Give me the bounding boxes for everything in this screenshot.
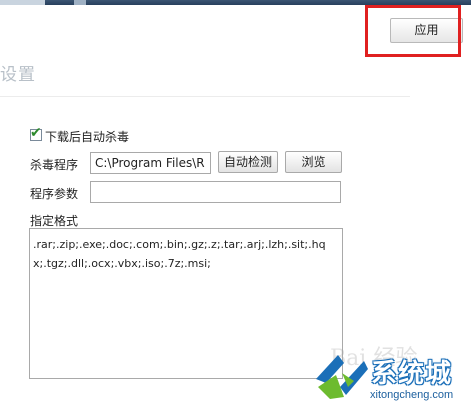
logo-text: 系统城 bbox=[371, 359, 453, 389]
browse-button[interactable]: 浏览 bbox=[285, 151, 342, 173]
section-divider bbox=[0, 96, 410, 97]
toolbar: 应用 bbox=[0, 5, 471, 45]
logo-url: xitongcheng.com bbox=[370, 389, 454, 401]
apply-button[interactable]: 应用 bbox=[390, 18, 463, 43]
program-params-label: 程序参数 bbox=[30, 187, 79, 201]
program-params-input[interactable] bbox=[90, 181, 341, 203]
site-logo: 系统城 xitongcheng.com bbox=[314, 353, 469, 405]
file-formats-label: 指定格式 bbox=[30, 214, 79, 228]
antivirus-program-label: 杀毒程序 bbox=[30, 158, 79, 172]
logo-mark-icon bbox=[316, 355, 368, 399]
file-formats-textarea[interactable]: .rar;.zip;.exe;.doc;.com;.bin;.gz;.z;.ta… bbox=[29, 228, 343, 379]
antivirus-path-input[interactable]: C:\Program Files\R bbox=[90, 152, 211, 174]
auto-detect-button[interactable]: 自动检测 bbox=[218, 151, 278, 173]
checkmark-icon: ✔ bbox=[30, 125, 42, 141]
auto-scan-checkbox[interactable]: ✔ bbox=[30, 125, 42, 141]
settings-page: 应用 设置 ✔ 下载后自动杀毒 杀毒程序 C:\Program Files\R … bbox=[0, 0, 471, 407]
auto-scan-label[interactable]: 下载后自动杀毒 bbox=[45, 128, 129, 145]
section-title: 设置 bbox=[0, 65, 36, 85]
